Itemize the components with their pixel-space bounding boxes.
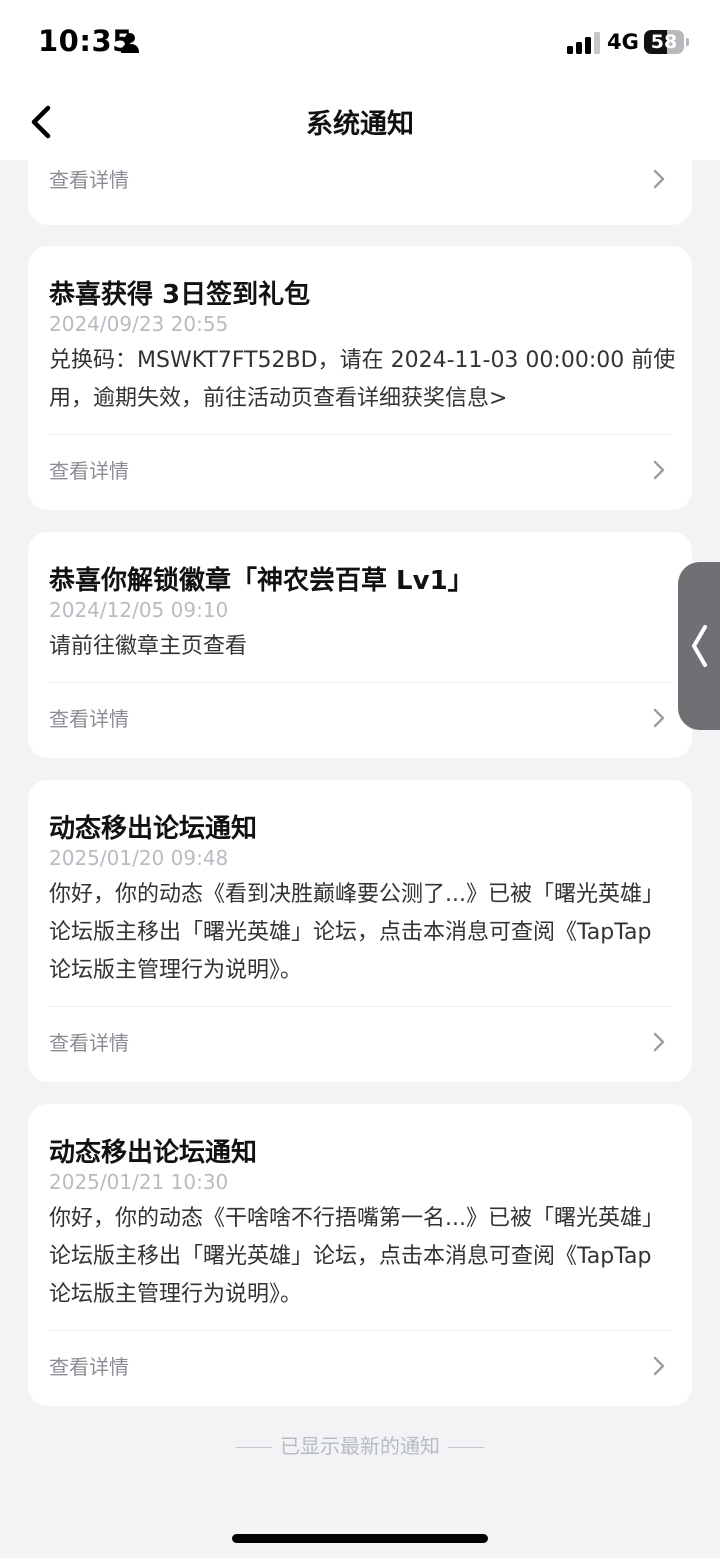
notification-card[interactable]: 查看详情 (28, 160, 692, 225)
chevron-right-icon (653, 1356, 665, 1376)
person-icon (121, 33, 139, 53)
home-indicator[interactable] (232, 1534, 488, 1543)
signal-icon (567, 32, 600, 54)
notification-body: 兑换码：MSWKT7FT52BD，请在 2024-11-03 00:00:00 … (49, 348, 676, 411)
notification-title: 恭喜你解锁徽章「神农尝百草 Lv1」 (49, 566, 474, 596)
divider-line (448, 1447, 484, 1448)
notification-card[interactable]: 动态移出论坛通知 2025/01/21 10:30 你好，你的动态《干啥啥不行捂… (28, 1104, 692, 1406)
status-time: 10:35 (38, 24, 133, 58)
view-details-label: 查看详情 (49, 707, 129, 731)
page-title: 系统通知 (306, 109, 414, 140)
view-details-label: 查看详情 (49, 1031, 129, 1055)
divider-line (236, 1447, 272, 1448)
notification-body: 请前往徽章主页查看 (49, 634, 248, 659)
notification-list[interactable]: 查看详情 恭喜获得 3日签到礼包 2024/09/23 20:55 兑换码：MS… (0, 160, 720, 1558)
battery-icon: 58 (644, 30, 690, 56)
notification-date: 2025/01/21 10:30 (49, 1170, 229, 1194)
side-drawer-handle[interactable] (678, 562, 720, 730)
battery-percent: 58 (650, 31, 678, 53)
chevron-right-icon (653, 169, 665, 189)
notification-card[interactable]: 恭喜你解锁徽章「神农尝百草 Lv1」 2024/12/05 09:10 请前往徽… (28, 532, 692, 758)
chevron-right-icon (653, 460, 665, 480)
nav-bar: 系统通知 (0, 88, 720, 160)
notification-title: 动态移出论坛通知 (49, 814, 258, 844)
notification-title: 恭喜获得 3日签到礼包 (49, 280, 311, 310)
battery-cap (686, 38, 689, 46)
view-details-label: 查看详情 (49, 459, 129, 483)
view-details-button[interactable]: 查看详情 (28, 1007, 692, 1077)
notification-body: 你好，你的动态《干啥啥不行捂嘴第一名...》已被「曙光英雄」论坛版主移出「曙光英… (49, 1206, 664, 1307)
view-details-button[interactable]: 查看详情 (28, 1331, 692, 1401)
screen: 10:35 4G 58 系统通知 查看详情 恭喜获得 3日签到礼包 2024/0… (0, 0, 720, 1558)
view-details-button[interactable]: 查看详情 (28, 683, 692, 753)
notification-date: 2024/12/05 09:10 (49, 598, 229, 622)
view-details-button[interactable]: 查看详情 (28, 162, 692, 225)
status-bar: 10:35 4G 58 (0, 0, 720, 88)
chevron-left-icon (692, 625, 707, 667)
notification-card[interactable]: 恭喜获得 3日签到礼包 2024/09/23 20:55 兑换码：MSWKT7F… (28, 246, 692, 510)
chevron-right-icon (653, 1032, 665, 1052)
network-label: 4G (607, 30, 639, 54)
end-of-list-note: 已显示最新的通知 (0, 1430, 720, 1459)
view-details-label: 查看详情 (49, 168, 129, 192)
notification-body: 你好，你的动态《看到决胜巅峰要公测了...》已被「曙光英雄」论坛版主移出「曙光英… (49, 882, 664, 983)
battery-body: 58 (644, 30, 684, 54)
notification-date: 2025/01/20 09:48 (49, 846, 229, 870)
end-note-text: 已显示最新的通知 (280, 1434, 440, 1458)
notification-date: 2024/09/23 20:55 (49, 312, 229, 336)
notification-card[interactable]: 动态移出论坛通知 2025/01/20 09:48 你好，你的动态《看到决胜巅峰… (28, 780, 692, 1082)
notification-title: 动态移出论坛通知 (49, 1138, 258, 1168)
view-details-label: 查看详情 (49, 1355, 129, 1379)
view-details-button[interactable]: 查看详情 (28, 435, 692, 505)
chevron-right-icon (653, 708, 665, 728)
